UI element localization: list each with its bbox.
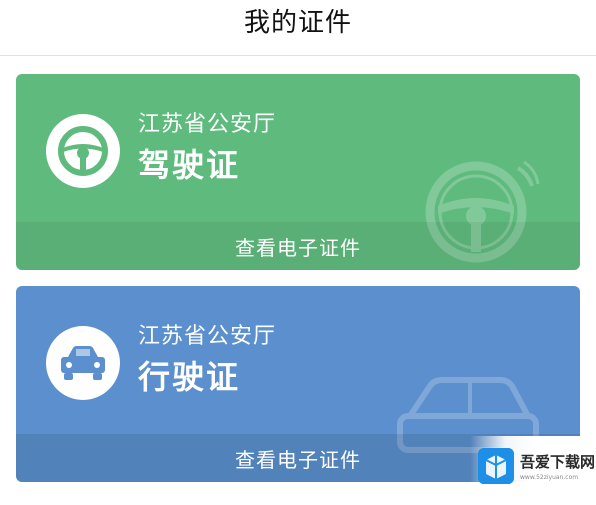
- card-name: 行驶证: [138, 358, 241, 396]
- card-issuer: 江苏省公安厅: [138, 324, 277, 349]
- view-license-button[interactable]: 查看电子证件: [16, 222, 580, 270]
- page: 我的证件 江苏省公安厅 驾驶证 查看电子证件 江苏省公安厅 行驶证 查看电子证件…: [0, 0, 596, 505]
- car-icon: [46, 326, 120, 400]
- site-logo-url: www.52ziyuan.com: [520, 474, 579, 481]
- view-license-label: 查看电子证件: [235, 235, 361, 260]
- card-issuer: 江苏省公安厅: [138, 112, 277, 137]
- driver-license-card[interactable]: 江苏省公安厅 驾驶证 查看电子证件: [16, 74, 580, 270]
- view-vehicle-license-label: 查看电子证件: [235, 447, 361, 472]
- site-logo-name: 吾爱下载网: [520, 453, 596, 471]
- header: 我的证件: [0, 0, 596, 56]
- card-name: 驾驶证: [138, 146, 241, 184]
- site-logo-icon: [478, 448, 514, 484]
- page-title: 我的证件: [243, 8, 352, 38]
- site-logo-text: 吾爱下载网 www.52ziyuan.com: [520, 451, 595, 481]
- site-watermark-logo: 吾爱下载网 www.52ziyuan.com: [470, 436, 596, 496]
- steering-wheel-icon: [46, 114, 120, 188]
